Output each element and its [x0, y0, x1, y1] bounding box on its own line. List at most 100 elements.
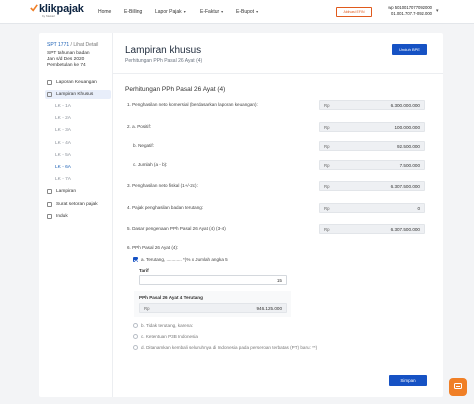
klikpajak-logo[interactable]: klikpajak: [30, 4, 84, 15]
aktivasi-efin-button[interactable]: Aktivasi EFIN: [336, 7, 372, 17]
logo-subtext: by Mekari: [42, 14, 56, 18]
chevron-down-icon: ▾: [183, 9, 186, 14]
sidebar: SPT 1771 / Lihat Detail SPT tahunan bada…: [39, 33, 113, 397]
document-icon: [47, 80, 52, 85]
sidebar-subitem-lk-4a[interactable]: LK - 4A: [55, 141, 71, 146]
breadcrumb-spt-link[interactable]: SPT 1771: [47, 42, 69, 48]
chat-icon: [454, 383, 462, 389]
spt-info-revision: Pembetulan ke 74: [47, 63, 86, 68]
sidebar-subitem-lk-6a[interactable]: LK - 6A: [55, 165, 71, 170]
amount-field-3: Rp 6.307.500.000: [319, 181, 425, 191]
row-label-1: 1. Penghasilan neto komersial (berdasark…: [127, 102, 258, 107]
currency-label: Rp: [324, 125, 330, 130]
currency-label: Rp: [144, 306, 150, 311]
nav-ebilling[interactable]: E-Billing: [124, 9, 142, 15]
user-account-menu[interactable]: wp 5010017077092000 01.001.707.7-092.000: [382, 5, 432, 17]
page-subtitle: Perhitungan PPh Pasal 26 Ayat (4): [125, 58, 203, 64]
amount-field-2a: Rp 100.000.000: [319, 122, 425, 132]
sidebar-item-label: Lampiran: [56, 189, 76, 194]
nav-lapor-pajak-label: Lapor Pajak: [155, 9, 182, 15]
row-label-3: 3. Penghasilan neto fiskal (1+/-2c):: [127, 183, 198, 188]
sidebar-subitem-lk-2a[interactable]: LK - 2A: [55, 116, 71, 121]
question-6-label: 6. PPh Pasal 26 Ayat (4):: [127, 245, 179, 250]
option-a-label: a. Terutang, ............ *)% x Jumlah a…: [141, 257, 228, 262]
row-label-2c: c. Jumlah (a - b):: [133, 162, 168, 167]
sidebar-subitem-lk-5a[interactable]: LK - 5A: [55, 153, 71, 158]
amount-value: 6.307.500.000: [390, 184, 420, 189]
sidebar-item-lampiran-khusus[interactable]: Lampiran Khusus: [45, 90, 111, 99]
chevron-down-icon: ▾: [221, 9, 224, 14]
tarif-label: Tarif: [139, 268, 149, 273]
amount-value: 6.307.500.000: [390, 227, 420, 232]
option-d-radio[interactable]: [133, 345, 138, 350]
nav-efaktur[interactable]: E-Faktur ▾: [200, 9, 223, 15]
amount-value: 100.000.000: [394, 125, 420, 130]
option-b-label: b. Tidak terutang, karena:: [141, 323, 194, 328]
amount-field-2c: Rp 7.500.000: [319, 160, 425, 170]
breadcrumb-detail[interactable]: / Lihat Detail: [69, 42, 99, 48]
chevron-down-icon: ▾: [256, 9, 259, 14]
nav-efaktur-label: E-Faktur: [200, 9, 220, 15]
chat-support-button[interactable]: [449, 378, 467, 396]
amount-value: 7.500.000: [399, 163, 420, 168]
nav-home-label: Home: [98, 9, 112, 15]
sidebar-item-induk[interactable]: Induk: [45, 212, 111, 221]
document-icon: [47, 214, 52, 219]
sidebar-item-lampiran[interactable]: Lampiran: [45, 187, 111, 196]
spt-info: SPT tahunan badan Jan s/d Des 2020 Pembe…: [47, 51, 90, 69]
option-c-radio[interactable]: [133, 334, 138, 339]
sidebar-item-label: Induk: [56, 214, 68, 219]
tarif-input[interactable]: 15: [139, 275, 287, 285]
document-icon: [47, 92, 52, 97]
amount-field-2b: Rp 92.500.000: [319, 141, 425, 151]
option-c-label: c. Ketentuan P3B Indonesia: [141, 334, 198, 339]
sidebar-subitem-lk-1a[interactable]: LK - 1A: [55, 104, 71, 109]
section-title: Perhitungan PPh Pasal 26 Ayat (4): [125, 86, 226, 93]
sidebar-subitem-lk-7a[interactable]: LK - 7A: [55, 177, 71, 182]
unduh-bpe-button[interactable]: Unduh BPE: [392, 44, 427, 55]
header-divider: [113, 73, 443, 74]
row-label-4: 4. Pajak penghasilan badan terutang:: [127, 205, 204, 210]
currency-label: Rp: [324, 227, 330, 232]
sidebar-item-label: Laporan Keuangan: [56, 80, 97, 85]
amount-value: 92.500.000: [397, 144, 420, 149]
page-title: Lampiran khusus: [125, 45, 202, 56]
nav-lapor-pajak[interactable]: Lapor Pajak ▾: [155, 9, 186, 15]
amount-value: 6.300.000.000: [390, 103, 420, 108]
amount-field-4: Rp 0: [319, 203, 425, 213]
sidebar-item-label: Lampiran Khusus: [56, 92, 94, 97]
document-icon: [47, 202, 52, 207]
sidebar-subitem-lk-3a[interactable]: LK - 3A: [55, 128, 71, 133]
row-label-5: 5. Dasar pengenaan PPh Pasal 26 Ayat (4)…: [127, 226, 226, 231]
sidebar-item-laporan-keuangan[interactable]: Laporan Keuangan: [45, 78, 111, 87]
logo-check-icon: [30, 4, 38, 12]
pph-terutang-label: PPh Pasal 26 Ayat 4 Terutang: [139, 295, 203, 300]
option-b-radio[interactable]: [133, 323, 138, 328]
simpan-button[interactable]: Simpan: [389, 375, 427, 386]
top-navbar: klikpajak by Mekari Home E-Billing Lapor…: [0, 0, 474, 24]
sidebar-item-label: Surat setoran pajak: [56, 202, 98, 207]
amount-field-1: Rp 6.300.000.000: [319, 100, 425, 110]
row-label-2a: 2. a. Positif:: [127, 124, 152, 129]
sidebar-item-surat-setoran-pajak[interactable]: Surat setoran pajak: [45, 200, 111, 209]
tarif-value: 15: [276, 278, 282, 283]
pph-terutang-value: 946.125.000: [256, 306, 282, 311]
document-icon: [47, 189, 52, 194]
currency-label: Rp: [324, 144, 330, 149]
row-label-2b: b. Negatif:: [133, 143, 154, 148]
currency-label: Rp: [324, 184, 330, 189]
currency-label: Rp: [324, 206, 330, 211]
chevron-down-icon[interactable]: ▾: [436, 8, 439, 14]
breadcrumb: SPT 1771 / Lihat Detail: [47, 42, 98, 48]
amount-field-5: Rp 6.307.500.000: [319, 224, 425, 234]
option-a-checkbox[interactable]: [133, 257, 138, 262]
user-npwp-formatted: 01.001.707.7-092.000: [391, 11, 432, 16]
amount-value: 0: [417, 206, 420, 211]
currency-label: Rp: [324, 163, 330, 168]
nav-home[interactable]: Home: [98, 9, 111, 15]
main-card: SPT 1771 / Lihat Detail SPT tahunan bada…: [39, 33, 443, 397]
currency-label: Rp: [324, 103, 330, 108]
nav-ebupot[interactable]: E-Bupot ▾: [236, 9, 258, 15]
pph-terutang-field: Rp 946.125.000: [139, 303, 287, 313]
nav-ebilling-label: E-Billing: [124, 9, 143, 15]
